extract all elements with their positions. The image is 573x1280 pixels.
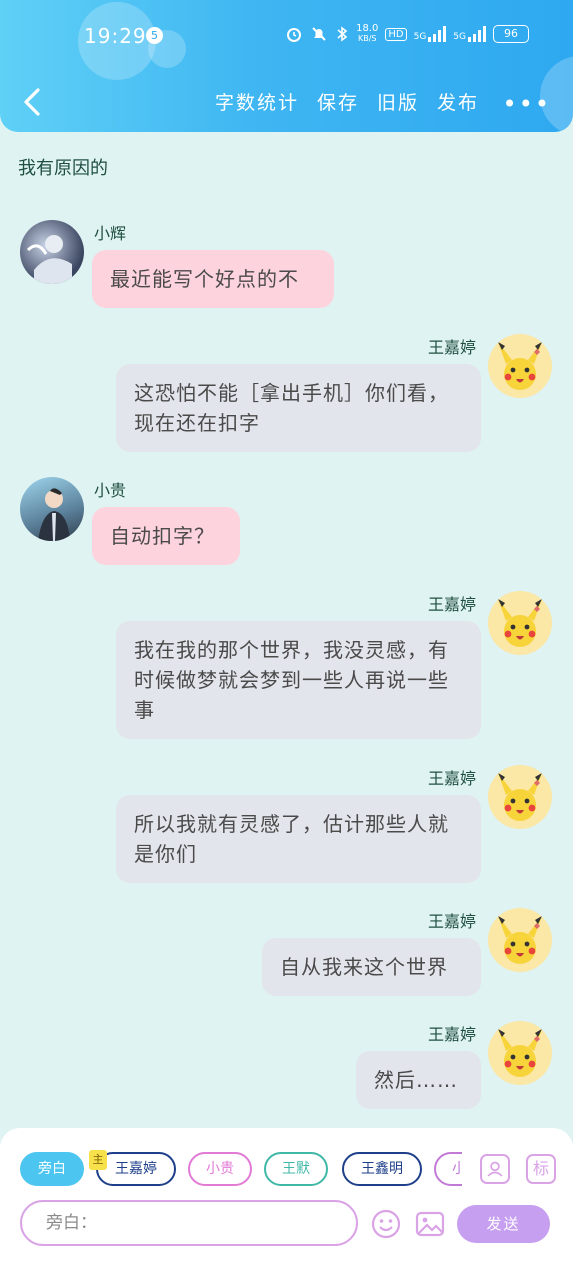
narration-text: 我有原因的 xyxy=(18,158,108,179)
signal-1: 5G xyxy=(414,26,447,42)
status-bar: 19:29 5 18.0 KB/S HD 5G 5G 96 xyxy=(0,0,573,72)
old-version-button[interactable]: 旧版 xyxy=(377,88,419,115)
network-speed-unit: KB/S xyxy=(357,34,377,43)
role-selector[interactable]: 旁白 王嘉婷 小贵 王默 王鑫明 小辉 xyxy=(20,1152,462,1188)
send-button[interactable]: 发送 xyxy=(457,1205,550,1243)
network-speed-value: 18.0 xyxy=(356,23,379,34)
battery-indicator: 96 xyxy=(493,25,529,43)
word-count-button[interactable]: 字数统计 xyxy=(215,88,299,115)
signal-1-label: 5G xyxy=(413,32,427,42)
sender-name: 王嘉婷 xyxy=(428,1025,477,1044)
hd-badge: HD xyxy=(385,27,407,41)
role-chip-wangmo[interactable]: 王默 xyxy=(264,1152,328,1186)
sender-name: 王嘉婷 xyxy=(428,912,477,931)
message-bubble[interactable]: 我在我的那个世界，我没灵感，有时候做梦就会梦到一些人再说一些事 xyxy=(116,621,481,739)
message-bubble[interactable]: 然后…… xyxy=(356,1051,481,1109)
back-arrow-icon[interactable] xyxy=(18,84,48,120)
avatar-xiaogui[interactable] xyxy=(20,477,84,541)
alarm-icon xyxy=(287,28,302,42)
network-speed: 18.0 KB/S xyxy=(356,24,378,44)
sender-name: 小贵 xyxy=(94,481,127,500)
message-input[interactable]: 旁白： xyxy=(20,1200,358,1246)
pikachu-avatar-icon xyxy=(498,1029,542,1077)
avatar-wangjiating[interactable] xyxy=(488,591,552,655)
status-icons: 18.0 KB/S HD 5G 5G 96 xyxy=(285,24,529,44)
signal-bars-icon xyxy=(468,26,486,42)
image-icon[interactable] xyxy=(414,1208,446,1240)
avatar-wangjiating[interactable] xyxy=(488,908,552,972)
bluetooth-icon xyxy=(337,26,348,42)
signal-2: 5G xyxy=(453,26,486,42)
notification-count: 5 xyxy=(146,27,163,44)
pikachu-avatar-icon xyxy=(498,342,542,390)
avatar-wangjiating[interactable] xyxy=(488,1021,552,1085)
boy-angel-avatar-icon xyxy=(26,235,72,284)
top-bar: 19:29 5 18.0 KB/S HD 5G 5G 96 字数统计 保存 旧版… xyxy=(0,0,573,132)
pikachu-avatar-icon xyxy=(498,773,542,821)
sender-name: 小辉 xyxy=(94,224,127,243)
message-bubble[interactable]: 自从我来这个世界 xyxy=(262,938,481,996)
sender-name: 王嘉婷 xyxy=(428,769,477,788)
save-button[interactable]: 保存 xyxy=(317,88,359,115)
main-role-tag: 主 xyxy=(89,1150,107,1170)
signal-bars-icon xyxy=(428,26,447,42)
character-card-icon[interactable] xyxy=(480,1154,510,1184)
pikachu-avatar-icon xyxy=(498,916,542,964)
boy-jacket-avatar-icon xyxy=(38,488,70,541)
sender-name: 王嘉婷 xyxy=(428,338,477,357)
status-time: 19:29 xyxy=(84,24,147,48)
sender-name: 王嘉婷 xyxy=(428,595,477,614)
role-chip-narration[interactable]: 旁白 xyxy=(20,1152,84,1186)
nav-actions: 字数统计 保存 旧版 发布 xyxy=(215,88,479,115)
signal-2-label: 5G xyxy=(453,32,466,42)
message-bubble[interactable]: 最近能写个好点的不 xyxy=(92,250,334,308)
role-chip-wangxinming[interactable]: 王鑫明 xyxy=(342,1152,422,1186)
message-bubble[interactable]: 所以我就有灵感了，估计那些人就是你们 xyxy=(116,795,481,883)
avatar-wangjiating[interactable] xyxy=(488,334,552,398)
role-chip-xiaohui[interactable]: 小辉 xyxy=(434,1152,462,1186)
tag-icon[interactable]: 标 xyxy=(526,1154,556,1184)
message-bubble[interactable]: 自动扣字？ xyxy=(92,507,240,565)
avatar-xiaohui[interactable] xyxy=(20,220,84,284)
pikachu-avatar-icon xyxy=(498,599,542,647)
message-bubble[interactable]: 这恐怕不能［拿出手机］你们看，现在还在扣字 xyxy=(116,364,481,452)
nav-bar: 字数统计 保存 旧版 发布 ••• xyxy=(0,78,573,126)
chat-area[interactable]: 我有原因的 小辉 最近能写个好点的不 王嘉婷 这恐怕不能［拿出手机］你们看，现在… xyxy=(0,132,573,1132)
emoji-icon[interactable] xyxy=(370,1208,402,1240)
publish-button[interactable]: 发布 xyxy=(437,88,479,115)
mute-bell-icon xyxy=(312,27,326,41)
role-chip-xiaogui[interactable]: 小贵 xyxy=(188,1152,252,1186)
more-menu-button[interactable]: ••• xyxy=(503,90,551,118)
avatar-wangjiating[interactable] xyxy=(488,765,552,829)
role-chip-wangjiating[interactable]: 王嘉婷 xyxy=(96,1152,176,1186)
